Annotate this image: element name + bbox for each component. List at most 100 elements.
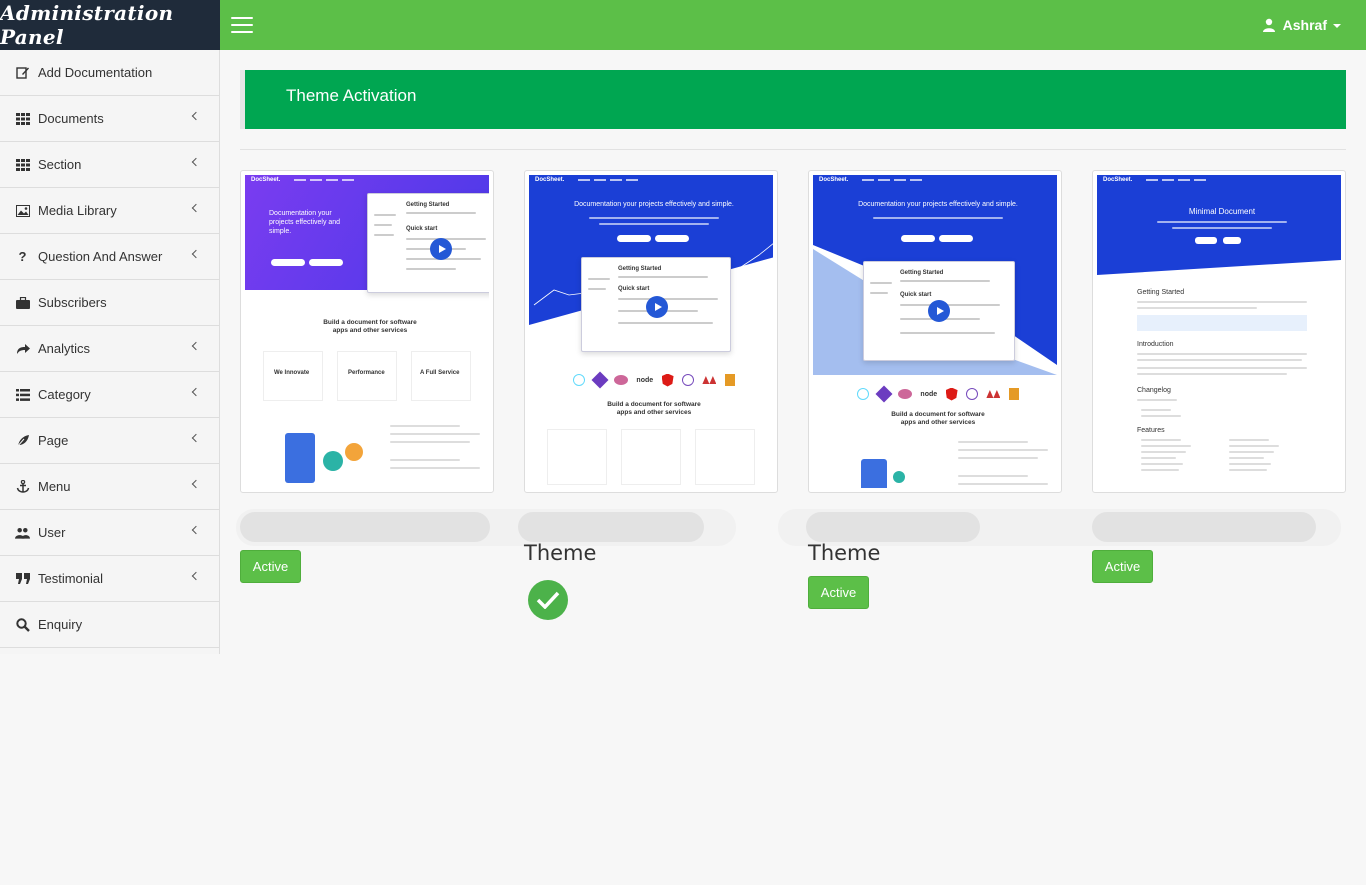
user-name: Ashraf (1282, 17, 1327, 33)
thumb-feature-1: We Innovate (274, 370, 310, 376)
thumb-heading-1: Getting Started (1137, 289, 1185, 296)
sidebar-item-documents[interactable]: Documents (0, 96, 219, 142)
briefcase-icon (15, 296, 30, 310)
search-icon (15, 617, 30, 632)
image-icon (15, 204, 30, 218)
share-icon (15, 342, 30, 356)
top-navbar: Administration Panel Ashraf (0, 0, 1366, 50)
theme-card-2[interactable]: DocSheet. Documentation your projects ef… (524, 170, 778, 493)
anchor-icon (15, 480, 30, 494)
main-content: Theme Activation DocSheet. Documentation… (220, 50, 1366, 885)
thumb-hero-text: Documentation your projects effectively … (858, 201, 1018, 208)
thumb-build-text: Build a document for software apps and o… (607, 401, 701, 416)
sidebar-item-section[interactable]: Section (0, 142, 219, 188)
chevron-left-icon (191, 249, 201, 259)
thumb-feature-3: A Full Service (420, 370, 460, 376)
sidebar-item-label: Analytics (38, 341, 91, 356)
theme-preview-1: DocSheet. Documentation your projects ef… (245, 175, 489, 488)
thumb-heading-2: Introduction (1137, 341, 1174, 348)
sidebar-item-label: User (38, 525, 66, 540)
sidebar-item-media-library[interactable]: Media Library (0, 188, 219, 234)
thumb-logo: DocSheet. (1103, 177, 1133, 183)
sidebar-item-label: Add Documentation (38, 65, 153, 80)
theme-preview-3: DocSheet. Documentation your projects ef… (813, 175, 1057, 488)
chevron-left-icon (191, 571, 201, 581)
play-icon (430, 238, 452, 260)
grid-icon (15, 158, 30, 172)
check-circle-icon (528, 580, 568, 620)
chevron-left-icon (191, 111, 201, 121)
sidebar-item-enquiry[interactable]: Enquiry (0, 602, 219, 648)
theme-card-3[interactable]: DocSheet. Documentation your projects ef… (808, 170, 1062, 493)
sidebar: Add Documentation Documents Section Medi… (0, 50, 220, 654)
theme-preview-4: DocSheet. Minimal Document Getting Start… (1097, 175, 1341, 488)
thumb-logo: DocSheet. (819, 177, 849, 183)
thumb-hero-text: Documentation your projects effectively … (269, 210, 341, 235)
sidebar-item-add-documentation[interactable]: Add Documentation (0, 50, 219, 96)
thumb-logo: DocSheet. (251, 177, 281, 183)
chevron-left-icon (191, 387, 201, 397)
divider (240, 149, 1346, 150)
sidebar-item-label: Subscribers (38, 295, 107, 310)
sidebar-item-page[interactable]: Page (0, 418, 219, 464)
sidebar-item-analytics[interactable]: Analytics (0, 326, 219, 372)
edit-icon (15, 66, 30, 80)
question-icon: ? (18, 249, 27, 264)
sidebar-item-testimonial[interactable]: Testimonial (0, 556, 219, 602)
sidebar-item-label: Question And Answer (38, 249, 163, 264)
theme-card-1[interactable]: DocSheet. Documentation your projects ef… (240, 170, 494, 493)
activate-button-theme-3[interactable]: Active (808, 576, 869, 609)
thumb-getting-started: Getting Started (900, 270, 944, 276)
sidebar-item-menu[interactable]: Menu (0, 464, 219, 510)
sidebar-item-label: Documents (38, 111, 104, 126)
sidebar-item-label: Menu (38, 479, 71, 494)
brand-logo[interactable]: Administration Panel (0, 0, 220, 50)
thumb-heading-3: Changelog (1137, 387, 1171, 394)
thumb-build-text: Build a document for software apps and o… (891, 411, 985, 426)
theme-card-4[interactable]: DocSheet. Minimal Document Getting Start… (1092, 170, 1346, 493)
thumb-getting-started: Getting Started (406, 202, 450, 208)
chevron-left-icon (191, 203, 201, 213)
theme-label-2: Theme (524, 541, 597, 565)
quote-icon (15, 572, 30, 586)
activate-button-theme-1[interactable]: Active (240, 550, 301, 583)
activate-button-theme-4[interactable]: Active (1092, 550, 1153, 583)
chevron-left-icon (191, 157, 201, 167)
thumb-getting-started: Getting Started (618, 266, 662, 272)
thumb-feature-2: Performance (348, 370, 385, 376)
page-title: Theme Activation (286, 86, 417, 105)
thumb-quick-start: Quick start (618, 286, 650, 292)
thumb-logo: DocSheet. (535, 177, 565, 183)
thumb-quick-start: Quick start (900, 292, 932, 298)
thumb-hero-text: Documentation your projects effectively … (574, 201, 734, 208)
sidebar-item-subscribers[interactable]: Subscribers (0, 280, 219, 326)
chevron-left-icon (191, 479, 201, 489)
play-icon (646, 296, 668, 318)
play-icon (928, 300, 950, 322)
theme-preview-2: DocSheet. Documentation your projects ef… (529, 175, 773, 488)
sidebar-item-label: Section (38, 157, 82, 172)
sidebar-item-label: Category (38, 387, 91, 402)
sidebar-item-label: Testimonial (38, 571, 104, 586)
theme-label-3: Theme (808, 541, 881, 565)
page-header: Theme Activation (240, 70, 1346, 129)
sidebar-item-question-and-answer[interactable]: ? Question And Answer (0, 234, 219, 280)
grid-icon (15, 112, 30, 126)
sidebar-item-label: Enquiry (38, 617, 83, 632)
sidebar-item-category[interactable]: Category (0, 372, 219, 418)
users-icon (15, 526, 30, 540)
chevron-left-icon (191, 341, 201, 351)
leaf-icon (15, 434, 30, 448)
thumb-build-text: Build a document for software apps and o… (323, 319, 417, 334)
sidebar-item-user[interactable]: User (0, 510, 219, 556)
chevron-left-icon (191, 433, 201, 443)
user-menu[interactable]: Ashraf (1262, 0, 1341, 50)
menu-toggle-icon[interactable] (231, 17, 253, 33)
sidebar-item-label: Media Library (38, 203, 117, 218)
user-icon (1262, 18, 1275, 32)
sidebar-item-label: Page (38, 433, 69, 448)
list-icon (15, 388, 30, 402)
chevron-left-icon (191, 525, 201, 535)
thumb-quick-start: Quick start (406, 226, 438, 232)
thumb-hero-text: Minimal Document (1188, 207, 1256, 216)
